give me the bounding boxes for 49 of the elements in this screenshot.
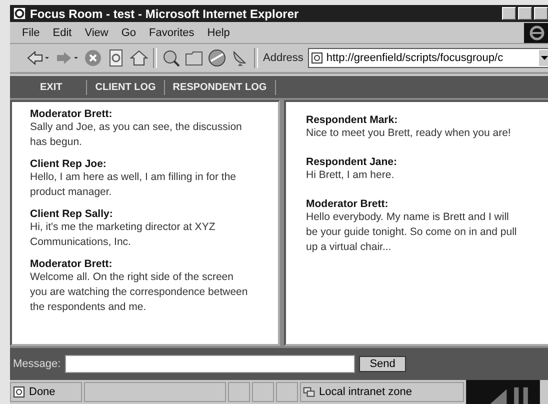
status-panel <box>252 382 274 402</box>
menu-item[interactable]: Go <box>121 26 136 38</box>
message-text: Hi Brett, I am here. <box>306 168 396 183</box>
home-icon[interactable] <box>130 49 148 67</box>
network-icon <box>303 386 315 398</box>
window-title: Focus Room - test - Microsoft Internet Explorer <box>30 6 300 20</box>
menu-item[interactable]: Edit <box>52 26 72 38</box>
nav-link[interactable]: EXIT <box>10 80 88 94</box>
menu-item[interactable]: View <box>84 26 108 38</box>
message-field[interactable] <box>64 355 355 373</box>
status-panel <box>276 382 298 402</box>
close-button[interactable] <box>534 7 548 20</box>
nav-link[interactable]: RESPONDENT LOG <box>164 80 276 94</box>
search-icon[interactable] <box>162 49 180 67</box>
address-field[interactable]: http://greenfield/scripts/focusgroup/c <box>308 48 548 68</box>
minimize-button[interactable] <box>502 7 516 20</box>
status-text: Done <box>29 386 56 398</box>
speaker-name: Client Rep Sally: <box>30 208 114 220</box>
back-icon[interactable] <box>26 50 50 66</box>
message-text: Hi, it's me the marketing director at XYZ Communications, Inc. <box>30 220 216 250</box>
caret-icon <box>540 56 548 60</box>
refresh-icon[interactable] <box>107 49 125 67</box>
message-text: Nice to meet you Brett, ready when you are! <box>306 126 512 141</box>
speaker-name: Respondent Jane: <box>306 156 398 168</box>
speaker-name: Moderator Brett: <box>30 258 114 270</box>
message-text: Hello, I am here as well, I am filling in for the product manager. <box>30 170 238 200</box>
message-text: Welcome all. On the right side of the screen you are watching the correspondence between the respondents and me. <box>30 270 248 315</box>
stop-icon[interactable] <box>84 49 102 67</box>
message-text: Sally and Joe, as you can see, the discussion has begun. <box>30 120 243 150</box>
message-text: Hello everybody. My name is Brett and I will be your guide tonight. So come on in and pull up a virtual chair... <box>306 210 518 255</box>
speaker-name: Respondent Mark: <box>306 114 399 126</box>
page-icon <box>311 52 324 64</box>
speaker-name: Moderator Brett: <box>306 198 390 210</box>
satellite-dish-icon[interactable] <box>231 49 249 67</box>
nav-link[interactable]: CLIENT LOG <box>87 80 165 94</box>
menu-item[interactable]: Help <box>207 26 230 38</box>
maximize-button[interactable] <box>518 7 532 20</box>
folder-icon[interactable] <box>185 49 203 67</box>
send-button[interactable]: Send <box>358 356 406 372</box>
speaker-name: Moderator Brett: <box>30 108 114 120</box>
dropdown-button[interactable] <box>539 50 548 66</box>
speaker-name: Client Rep Joe: <box>30 158 108 170</box>
zone-text: Local intranet zone <box>319 386 412 398</box>
menu-item[interactable]: Favorites <box>149 26 194 38</box>
page-icon <box>13 386 25 398</box>
message-label: Message: <box>13 358 61 370</box>
status-panel <box>228 382 250 402</box>
address-label: Address <box>263 52 304 64</box>
menu-item[interactable]: File <box>22 26 40 38</box>
